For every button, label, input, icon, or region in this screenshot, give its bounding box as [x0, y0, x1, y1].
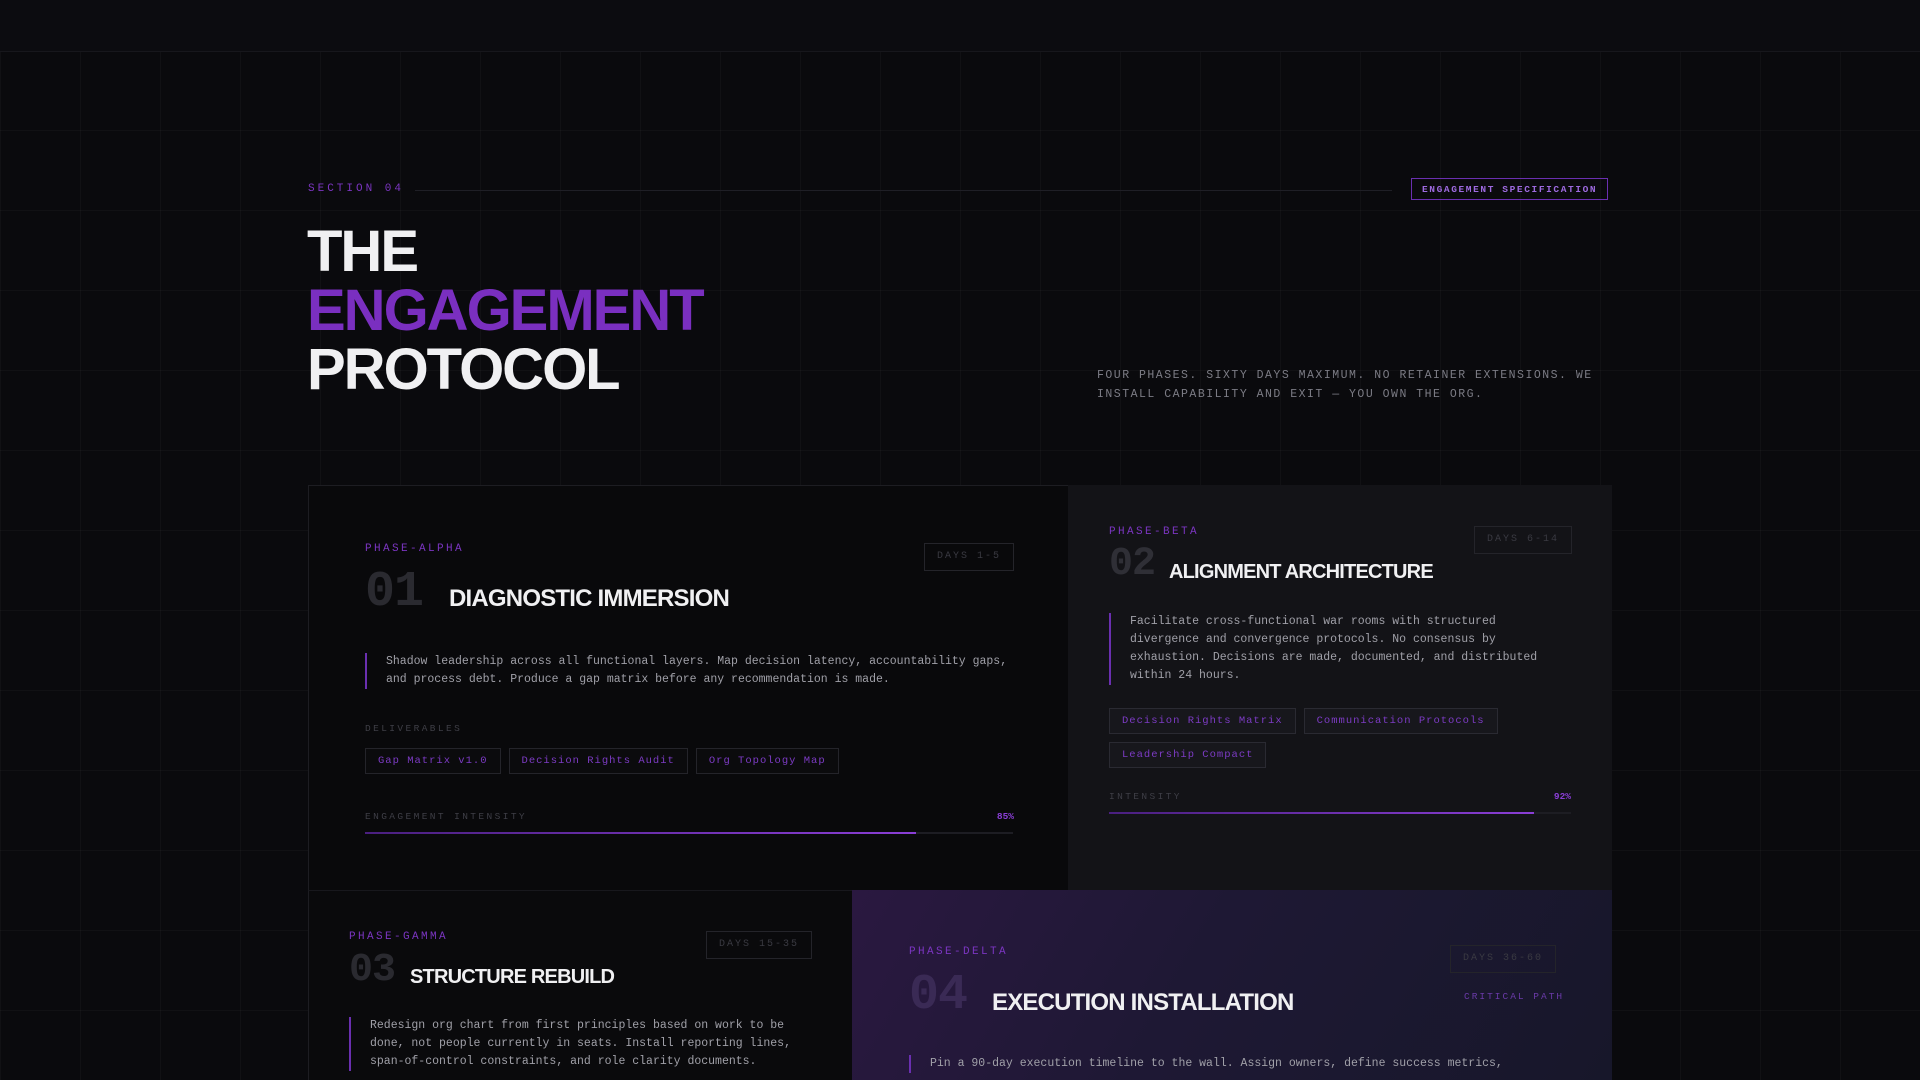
intensity-value: 92% [1553, 791, 1571, 802]
phase-number: 04 [909, 967, 968, 1024]
critical-path-label: CRITICAL PATH [1464, 991, 1565, 1002]
phase-title: EXECUTION INSTALLATION [992, 989, 1294, 1016]
phase-description: Facilitate cross-functional war rooms wi… [1109, 613, 1559, 685]
intensity-bar-fill [365, 832, 916, 834]
deliverable-chip[interactable]: Gap Matrix v1.0 [365, 748, 501, 774]
phase-card-alpha: PHASE-ALPHA DAYS 1-5 01 DIAGNOSTIC IMMER… [308, 485, 1068, 890]
phase-tag: PHASE-BETA [1109, 526, 1200, 538]
phase-number: 01 [365, 564, 424, 621]
deliverable-chip[interactable]: Communication Protocols [1303, 708, 1498, 734]
phase-title: STRUCTURE REBUILD [410, 966, 615, 988]
phase-description: Pin a 90-day execution timeline to the w… [909, 1055, 1549, 1073]
title-line-protocol: PROTOCOL [307, 337, 621, 402]
days-badge: DAYS 6-14 [1474, 526, 1573, 554]
header-divider [415, 190, 1392, 191]
phase-number: 03 [349, 948, 396, 993]
phase-card-delta: PHASE-DELTA DAYS 36-60 CRITICAL PATH 04 … [852, 890, 1612, 1080]
phase-tag: PHASE-GAMMA [349, 931, 449, 943]
phase-title: ALIGNMENT ARCHITECTURE [1169, 561, 1434, 583]
deliverables-label: DELIVERABLES [365, 723, 463, 734]
page-title: THE ENGAGEMENT PROTOCOL [307, 219, 705, 402]
intensity-bar [1109, 812, 1571, 814]
days-badge: DAYS 15-35 [706, 931, 813, 959]
deliverable-chip[interactable]: Decision Rights Audit [508, 748, 688, 774]
intensity-label: INTENSITY [1109, 791, 1182, 802]
deliverable-chip[interactable]: Org Topology Map [695, 748, 839, 774]
phase-description: Redesign org chart from first principles… [349, 1017, 799, 1071]
phase-card-gamma: PHASE-GAMMA DAYS 15-35 03 STRUCTURE REBU… [308, 890, 852, 1080]
days-badge: DAYS 1-5 [924, 543, 1015, 571]
intensity-value: 85% [996, 811, 1014, 822]
phase-title: DIAGNOSTIC IMMERSION [449, 585, 730, 612]
phase-number: 02 [1109, 542, 1156, 587]
phase-tag: PHASE-DELTA [909, 946, 1009, 958]
engagement-spec-badge: ENGAGEMENT SPECIFICATION [1411, 178, 1609, 200]
phase-tag: PHASE-ALPHA [365, 543, 465, 555]
days-badge: DAYS 36-60 [1450, 945, 1557, 973]
phase-card-beta: PHASE-BETA DAYS 6-14 02 ALIGNMENT ARCHIT… [1068, 485, 1612, 890]
deliverable-chip[interactable]: Leadership Compact [1109, 742, 1267, 768]
title-line-the: THE [307, 219, 419, 284]
intensity-label: ENGAGEMENT INTENSITY [365, 811, 528, 822]
section-label: SECTION 04 [308, 183, 405, 195]
deliverable-chip[interactable]: Decision Rights Matrix [1109, 708, 1296, 734]
deliverables-list: Decision Rights Matrix Communication Pro… [1109, 708, 1569, 768]
intensity-bar-fill [1109, 812, 1535, 814]
title-line-engagement: ENGAGEMENT [307, 278, 705, 343]
phase-description: Shadow leadership across all functional … [365, 653, 1013, 689]
intensity-bar [365, 832, 1013, 834]
top-bar [0, 0, 1920, 52]
deliverables-list: Gap Matrix v1.0 Decision Rights Audit Or… [365, 748, 1015, 774]
hero-description: FOUR PHASES. SIXTY DAYS MAXIMUM. NO RETA… [1097, 369, 1593, 401]
